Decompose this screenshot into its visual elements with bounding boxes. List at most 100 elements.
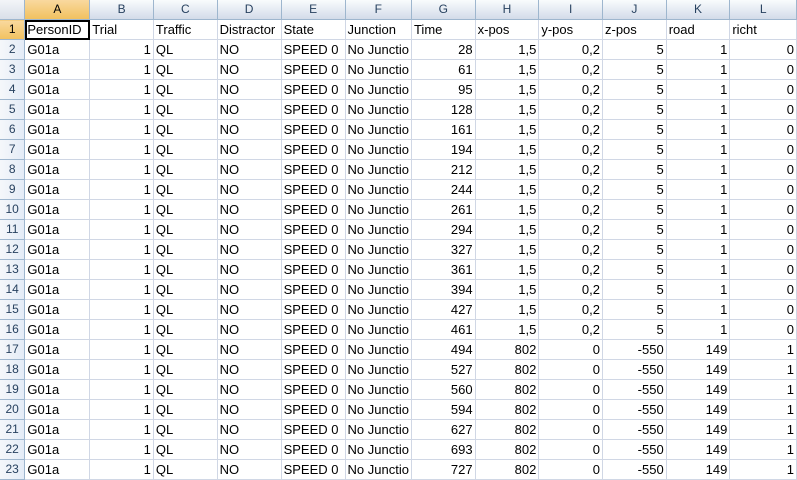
cell-h4[interactable]: 1,5 <box>475 79 540 100</box>
cell-d19[interactable]: NO <box>217 379 282 400</box>
cell-d22[interactable]: NO <box>217 439 282 460</box>
cell-g4[interactable]: 95 <box>411 79 476 100</box>
row-header[interactable]: 20 <box>0 399 26 420</box>
cell-g1[interactable]: Time <box>411 19 476 40</box>
cell-a1[interactable]: PersonID <box>24 19 91 40</box>
cell-f13[interactable]: No Junctio <box>345 259 412 280</box>
cell-k20[interactable]: 149 <box>666 399 731 420</box>
cell-a11[interactable]: G01a <box>24 219 91 240</box>
row-header[interactable]: 21 <box>0 419 26 440</box>
cell-h13[interactable]: 1,5 <box>475 259 540 280</box>
row-header[interactable]: 9 <box>0 179 26 200</box>
cell-k22[interactable]: 149 <box>666 439 731 460</box>
cell-h10[interactable]: 1,5 <box>475 199 540 220</box>
cell-c17[interactable]: QL <box>153 339 218 360</box>
cell-l14[interactable]: 0 <box>729 279 797 300</box>
cell-l2[interactable]: 0 <box>729 39 797 60</box>
cell-b1[interactable]: Trial <box>89 19 154 40</box>
cell-e1[interactable]: State <box>281 19 346 40</box>
cell-d11[interactable]: NO <box>217 219 282 240</box>
cell-d10[interactable]: NO <box>217 199 282 220</box>
cell-j1[interactable]: z-pos <box>602 19 667 40</box>
cell-h22[interactable]: 802 <box>475 439 540 460</box>
row-header[interactable]: 23 <box>0 459 26 480</box>
cell-c7[interactable]: QL <box>153 139 218 160</box>
cell-i3[interactable]: 0,2 <box>538 59 603 80</box>
cell-i21[interactable]: 0 <box>538 419 603 440</box>
column-header-b[interactable]: B <box>89 0 154 20</box>
cell-f2[interactable]: No Junctio <box>345 39 412 60</box>
cell-h23[interactable]: 802 <box>475 459 540 480</box>
cell-f19[interactable]: No Junctio <box>345 379 412 400</box>
cell-a17[interactable]: G01a <box>24 339 91 360</box>
cell-a20[interactable]: G01a <box>24 399 91 420</box>
cell-b20[interactable]: 1 <box>89 399 154 420</box>
row-header[interactable]: 14 <box>0 279 26 300</box>
cell-b5[interactable]: 1 <box>89 99 154 120</box>
cell-b3[interactable]: 1 <box>89 59 154 80</box>
cell-f7[interactable]: No Junctio <box>345 139 412 160</box>
cell-l22[interactable]: 1 <box>729 439 797 460</box>
column-header-j[interactable]: J <box>602 0 667 20</box>
cell-h5[interactable]: 1,5 <box>475 99 540 120</box>
cell-g12[interactable]: 327 <box>411 239 476 260</box>
row-header[interactable]: 17 <box>0 339 26 360</box>
cell-i12[interactable]: 0,2 <box>538 239 603 260</box>
cell-c23[interactable]: QL <box>153 459 218 480</box>
cell-i5[interactable]: 0,2 <box>538 99 603 120</box>
cell-h14[interactable]: 1,5 <box>475 279 540 300</box>
column-header-f[interactable]: F <box>345 0 412 20</box>
cell-i6[interactable]: 0,2 <box>538 119 603 140</box>
cell-d3[interactable]: NO <box>217 59 282 80</box>
cell-l23[interactable]: 1 <box>729 459 797 480</box>
cell-b2[interactable]: 1 <box>89 39 154 60</box>
cell-d2[interactable]: NO <box>217 39 282 60</box>
cell-j20[interactable]: -550 <box>602 399 667 420</box>
cell-l8[interactable]: 0 <box>729 159 797 180</box>
cell-b22[interactable]: 1 <box>89 439 154 460</box>
cell-b11[interactable]: 1 <box>89 219 154 240</box>
cell-a23[interactable]: G01a <box>24 459 91 480</box>
cell-d1[interactable]: Distractor <box>217 19 282 40</box>
cell-b8[interactable]: 1 <box>89 159 154 180</box>
column-header-h[interactable]: H <box>475 0 540 20</box>
cell-g18[interactable]: 527 <box>411 359 476 380</box>
cell-b6[interactable]: 1 <box>89 119 154 140</box>
cell-d16[interactable]: NO <box>217 319 282 340</box>
cell-l3[interactable]: 0 <box>729 59 797 80</box>
cell-k12[interactable]: 1 <box>666 239 731 260</box>
cell-g21[interactable]: 627 <box>411 419 476 440</box>
cell-a16[interactable]: G01a <box>24 319 91 340</box>
cell-c15[interactable]: QL <box>153 299 218 320</box>
cell-i14[interactable]: 0,2 <box>538 279 603 300</box>
cell-f6[interactable]: No Junctio <box>345 119 412 140</box>
row-header[interactable]: 5 <box>0 99 26 120</box>
cell-l11[interactable]: 0 <box>729 219 797 240</box>
cell-b15[interactable]: 1 <box>89 299 154 320</box>
cell-e23[interactable]: SPEED 0 <box>281 459 346 480</box>
cell-g9[interactable]: 244 <box>411 179 476 200</box>
cell-i20[interactable]: 0 <box>538 399 603 420</box>
cell-j11[interactable]: 5 <box>602 219 667 240</box>
cell-k5[interactable]: 1 <box>666 99 731 120</box>
row-header[interactable]: 19 <box>0 379 26 400</box>
cell-h9[interactable]: 1,5 <box>475 179 540 200</box>
cell-l13[interactable]: 0 <box>729 259 797 280</box>
cell-b12[interactable]: 1 <box>89 239 154 260</box>
cell-j21[interactable]: -550 <box>602 419 667 440</box>
cell-h16[interactable]: 1,5 <box>475 319 540 340</box>
cell-d5[interactable]: NO <box>217 99 282 120</box>
cell-i4[interactable]: 0,2 <box>538 79 603 100</box>
cell-c13[interactable]: QL <box>153 259 218 280</box>
cell-k16[interactable]: 1 <box>666 319 731 340</box>
cell-c3[interactable]: QL <box>153 59 218 80</box>
cell-c11[interactable]: QL <box>153 219 218 240</box>
cell-j17[interactable]: -550 <box>602 339 667 360</box>
cell-h11[interactable]: 1,5 <box>475 219 540 240</box>
cell-c14[interactable]: QL <box>153 279 218 300</box>
cell-b10[interactable]: 1 <box>89 199 154 220</box>
cell-g5[interactable]: 128 <box>411 99 476 120</box>
cell-f16[interactable]: No Junctio <box>345 319 412 340</box>
cell-b19[interactable]: 1 <box>89 379 154 400</box>
cell-g8[interactable]: 212 <box>411 159 476 180</box>
